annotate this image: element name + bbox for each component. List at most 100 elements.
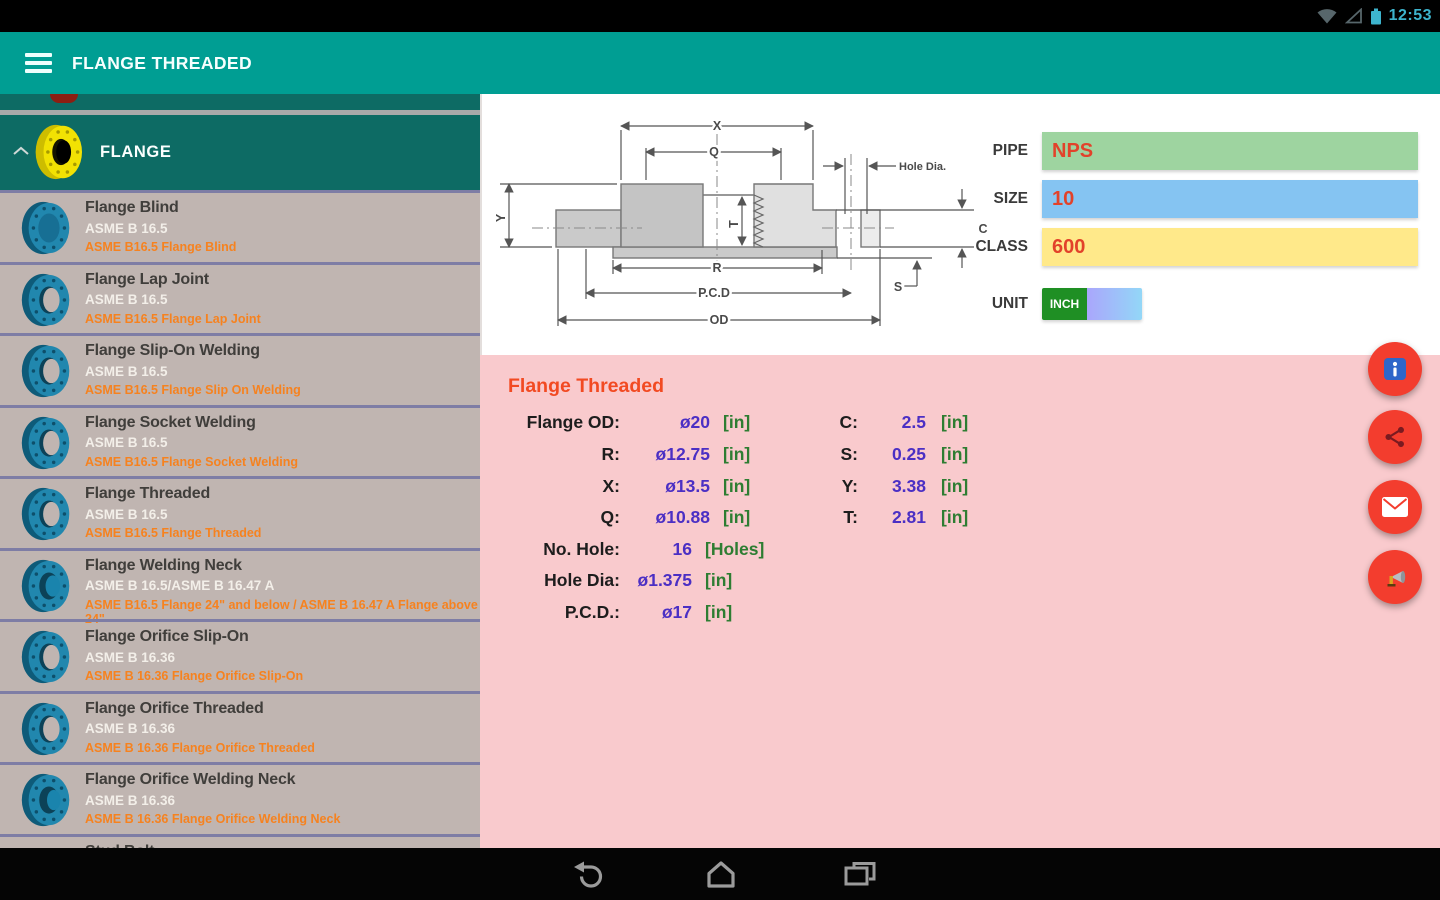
sidebar-item-flange-threaded[interactable]: Flange Threaded ASME B 16.5 ASME B16.5 F… [0,476,480,548]
item-title: Flange Orifice Slip-On [85,628,249,645]
dim-od: OD [710,313,729,327]
item-title: Flange Welding Neck [85,556,242,574]
previous-group-strip [0,94,480,110]
detail-row: S: 0.25 [in] [840,444,969,464]
detail-row: Flange OD: ø20 [in] [526,412,751,432]
navigation-bar [0,848,1440,900]
status-icons: 12:53 [1316,0,1432,32]
sidebar: FLANGE Flange Blind ASME B 16.5 ASME B16… [0,94,480,848]
dim-r: R [712,261,721,275]
item-description: ASME B 16.36 Flange Orifice Welding Neck [85,812,341,826]
back-button[interactable] [565,857,609,891]
class-label: CLASS [975,238,1028,255]
recents-button[interactable] [838,857,882,891]
home-icon [707,861,735,888]
wifi-icon [1317,9,1337,24]
detail-row: P.C.D.: ø17 [in] [564,602,733,622]
flange-ring-icon [21,630,70,684]
unit-toggle[interactable]: INCH [1042,288,1142,320]
flange-ring-icon [21,344,70,398]
sidebar-item-flange-lap-joint[interactable]: Flange Lap Joint ASME B 16.5 ASME B16.5 … [0,261,480,334]
share-fab[interactable] [1368,410,1422,464]
item-title: Flange Slip-On Welding [85,342,260,359]
item-standard: ASME B 16.5/ASME B 16.47 A [85,578,275,593]
item-description: ASME B16.5 Flange Socket Welding [85,454,299,469]
detail-row: X: ø13.5 [in] [602,476,751,496]
pipe-label: PIPE [992,142,1028,159]
dim-t: T [727,220,741,228]
item-standard: ASME B 16.5 [85,506,168,522]
item-title: Flange Orifice Welding Neck [85,771,296,788]
info-fab[interactable] [1368,342,1422,396]
unit-toggle-value: INCH [1042,288,1087,320]
clock: 12:53 [1388,7,1432,24]
status-bar: 12:53 [0,0,1440,32]
app-bar: FLANGE THREADED [0,32,1440,94]
item-description: ASME B 16.36 Flange Orifice Threaded [85,740,315,755]
flange-ring-icon [21,416,70,469]
item-title: Flange Blind [85,199,179,216]
item-standard: ASME B 16.5 [85,292,168,307]
detail-row: R: ø12.75 [in] [601,444,751,464]
announce-fab[interactable] [1368,550,1422,604]
signal-triangle-icon [1344,8,1362,24]
mail-icon [1382,497,1408,517]
detail-row: Q: ø10.88 [in] [600,507,751,527]
item-title: Flange Threaded [85,485,211,502]
email-fab[interactable] [1368,480,1422,534]
unit-label: UNIT [991,295,1028,312]
flange-ring-icon [21,773,70,827]
item-title: Flange Lap Joint [85,270,209,288]
dim-y: Y [494,213,508,222]
unit-toggle-track [1087,288,1142,320]
item-standard: ASME B 16.5 [85,435,168,450]
content-panel: X Q Hole Dia. Y T C S R P.C.D OD PIPE NP… [480,94,1440,848]
battery-icon [1370,8,1381,24]
back-icon [574,861,603,888]
dim-pcd: P.C.D [698,286,730,300]
item-title: Flange Orifice Threaded [85,699,264,717]
item-standard: ASME B 16.5 [85,220,168,236]
dim-q: Q [709,145,719,159]
sidebar-group-flange[interactable]: FLANGE [0,115,480,190]
info-icon [1384,358,1406,380]
sidebar-item-flange-blind[interactable]: Flange Blind ASME B 16.5 ASME B16.5 Flan… [0,190,480,262]
sidebar-item-flange-orifice-threaded[interactable]: Flange Orifice Threaded ASME B 16.36 ASM… [0,690,480,763]
dim-x: X [713,119,722,133]
sidebar-item-stud-bolt[interactable]: Stud Bolt [0,833,480,848]
menu-icon[interactable] [25,53,52,73]
size-label: SIZE [993,190,1028,207]
pipe-field[interactable]: NPS [1042,132,1418,170]
flange-yellow-icon [35,124,82,180]
sidebar-item-flange-orifice-slip-on[interactable]: Flange Orifice Slip-On ASME B 16.36 ASME… [0,619,480,691]
dim-hole-dia: Hole Dia. [899,161,946,173]
home-button[interactable] [699,857,743,891]
share-icon [1385,426,1404,448]
drawing-area: X Q Hole Dia. Y T C S R P.C.D OD PIPE NP… [480,94,1440,355]
chevron-up-icon [13,146,29,155]
item-description: ASME B16.5 Flange Threaded [85,526,262,540]
flange-ring-icon [21,702,70,755]
item-title: Flange Socket Welding [85,413,256,431]
sidebar-item-flange-welding-neck[interactable]: Flange Welding Neck ASME B 16.5/ASME B 1… [0,547,480,626]
details-title: Flange Threaded [508,375,665,397]
sidebar-item-flange-socket-welding[interactable]: Flange Socket Welding ASME B 16.5 ASME B… [0,404,480,477]
flange-ring-icon [21,273,70,326]
item-standard: ASME B 16.36 [85,721,176,736]
sidebar-item-flange-orifice-welding-neck[interactable]: Flange Orifice Welding Neck ASME B 16.36… [0,762,480,834]
item-description: ASME B 16.36 Flange Orifice Slip-On [85,669,304,683]
megaphone-icon [1387,571,1406,587]
sidebar-group-label: FLANGE [100,143,172,161]
item-description: ASME B16.5 Flange Slip On Welding [85,383,301,397]
size-field[interactable]: 10 [1042,180,1418,218]
dim-s: S [894,280,902,294]
class-field[interactable]: 600 [1042,228,1418,266]
partial-icon-fragment [50,94,78,103]
recents-icon [844,862,876,886]
detail-row: C: 2.5 [in] [839,412,969,432]
sidebar-item-flange-slip-on-welding[interactable]: Flange Slip-On Welding ASME B 16.5 ASME … [0,333,480,405]
details-panel: Flange Threaded Flange OD: ø20 [in] R: ø12.… [480,355,1440,848]
item-standard: ASME B 16.36 [85,649,176,665]
sidebar-list: Flange Blind ASME B 16.5 ASME B16.5 Flan… [0,190,480,848]
flange-ring-icon [21,559,70,612]
